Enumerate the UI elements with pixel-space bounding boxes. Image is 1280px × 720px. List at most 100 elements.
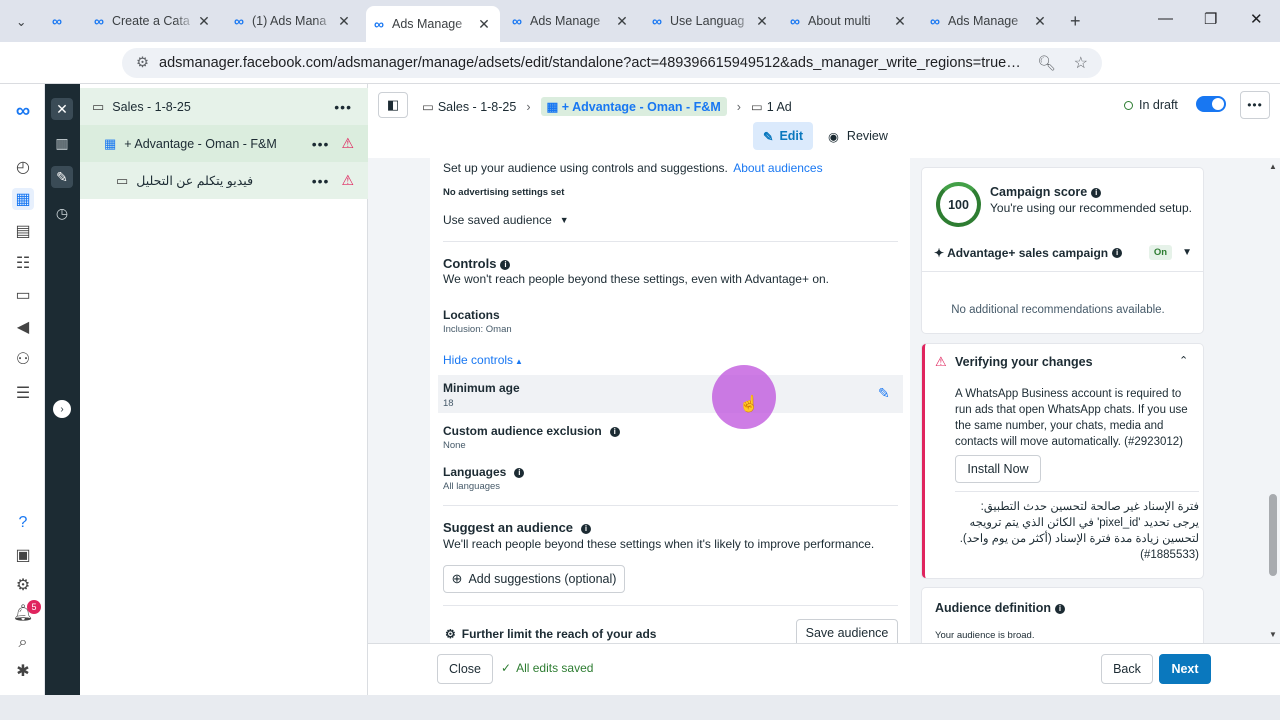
chevron-up-icon[interactable]: ⌃ [1179, 354, 1188, 367]
info-icon[interactable]: i [514, 467, 525, 478]
close-icon[interactable]: ✕ [1032, 13, 1048, 30]
info-icon[interactable]: i [609, 426, 620, 437]
no-recommendations-text: No additional recommendations available. [951, 304, 1165, 316]
campaign-tree: ▭ Sales - 1-8-25 ••• ▦ + Advantage - Oma… [80, 84, 368, 695]
arabic-error-message: فترة الإسناد غير صالحة لتحسين حدث التطبي… [959, 501, 1199, 561]
tab-6[interactable]: ∞ About multi ✕ [782, 6, 916, 36]
tab-search-button[interactable]: ⌄ [8, 10, 30, 32]
tab-4[interactable]: ∞ Ads Manage ✕ [504, 6, 638, 36]
more-options-icon[interactable]: ••• [312, 173, 330, 189]
search-icon[interactable]: ⌕ [12, 632, 34, 654]
meta-logo-icon[interactable]: ∞ [12, 100, 34, 122]
minimum-age-row[interactable]: Minimum age 18 ✎ [438, 375, 903, 413]
tree-campaign-row[interactable]: ▭ Sales - 1-8-25 ••• [80, 88, 368, 125]
close-window-icon[interactable]: ✕ [1250, 10, 1263, 28]
verify-message: A WhatsApp Business account is required … [955, 388, 1188, 448]
close-icon[interactable]: ✕ [336, 13, 352, 30]
tab-3-active[interactable]: ∞ Ads Manage ✕ [366, 6, 500, 42]
news-icon[interactable]: ▣ [12, 544, 34, 566]
info-icon[interactable]: i [581, 523, 592, 534]
caret-down-icon[interactable]: ▼ [1182, 247, 1192, 258]
pencil-edit-icon[interactable]: ✎ [51, 166, 73, 188]
close-icon[interactable]: ✕ [892, 13, 908, 30]
next-button[interactable]: Next [1159, 654, 1211, 684]
site-info-icon[interactable]: ⚙ [136, 55, 149, 71]
saved-audience-dropdown[interactable]: Use saved audience ▼ [443, 213, 569, 227]
controls-title: Controls i [443, 256, 511, 271]
chart-icon[interactable]: ▥ [51, 132, 73, 154]
more-options-icon[interactable]: ••• [312, 136, 330, 152]
pencil-edit-icon[interactable]: ✎ [878, 385, 890, 402]
warning-icon: ⚠ [935, 354, 947, 369]
dashboard-icon[interactable]: ◴ [12, 156, 34, 178]
audiences-icon[interactable]: ☷ [12, 252, 34, 274]
about-audiences-link[interactable]: About audiences [733, 161, 822, 175]
locations-label: Locations [443, 308, 500, 322]
browser-tab-bar: ⌄ ∞ ∞ Create a Cata ✕ ∞ (1) Ads Mana ✕ ∞ Ads … [0, 0, 1280, 42]
editor-header: ◧ ▭ Sales - 1-8-25 › ▦ + Advantage - Oma… [368, 84, 1280, 158]
address-bar[interactable]: ⚙ adsmanager.facebook.com/adsmanager/man… [122, 48, 1102, 78]
pages-icon[interactable]: ▤ [12, 220, 34, 242]
info-icon[interactable]: i [1112, 247, 1123, 258]
close-icon[interactable]: ✕ [196, 13, 212, 30]
tree-adset-row[interactable]: ▦ + Advantage - Oman - F&M ••• ⚠ [80, 125, 368, 162]
scrollbar[interactable]: ▲ ▼ [1266, 158, 1280, 643]
close-icon[interactable]: ✕ [476, 16, 492, 33]
minimize-icon[interactable]: — [1158, 10, 1173, 27]
close-button[interactable]: Close [437, 654, 493, 684]
plus-icon: + [1070, 10, 1081, 31]
close-icon[interactable]: ✕ [614, 13, 630, 30]
zoom-icon[interactable]: 🔍︎ [1037, 55, 1055, 72]
tab-7[interactable]: ∞ Ads Manage ✕ [922, 6, 1056, 36]
history-clock-icon[interactable]: ◷ [51, 202, 73, 224]
bug-report-icon[interactable]: ✱ [12, 660, 34, 682]
scrollbar-thumb[interactable] [1269, 494, 1277, 576]
warning-icon[interactable]: ⚠ [341, 135, 354, 152]
chevron-right-icon: › [526, 99, 531, 114]
breadcrumb-campaign[interactable]: Sales - 1-8-25 [438, 100, 517, 114]
tab-0[interactable]: ∞ [44, 6, 84, 36]
advantage-row[interactable]: ✦ Advantage+ sales campaign i On ▼ [934, 245, 1192, 260]
add-suggestions-button[interactable]: ⊕ Add suggestions (optional) [443, 565, 625, 593]
tree-ad-row[interactable]: ▭ فيديو يتكلم عن التحليل ••• ⚠ [80, 162, 368, 199]
more-options-icon[interactable]: ••• [334, 99, 352, 115]
accounts-icon[interactable]: ⚇ [12, 348, 34, 370]
toggle-panel-icon[interactable]: ◧ [378, 92, 408, 118]
restore-icon[interactable]: ❐ [1204, 10, 1217, 28]
tab-5[interactable]: ∞ Use Languag ✕ [644, 6, 778, 36]
back-button[interactable]: Back [1101, 654, 1153, 684]
info-icon[interactable]: i [500, 259, 511, 270]
close-icon[interactable]: ✕ [754, 13, 770, 30]
divider [443, 605, 898, 606]
scroll-down-icon[interactable]: ▼ [1269, 630, 1277, 639]
settings-gear-icon[interactable]: ⚙ [12, 574, 34, 596]
close-editor-icon[interactable]: ✕ [51, 98, 73, 120]
breadcrumb-adset[interactable]: ▦ + Advantage - Oman - F&M [540, 97, 727, 116]
adset-grid-icon: ▦ [104, 135, 117, 151]
new-tab-button[interactable]: + [1062, 6, 1090, 36]
warning-icon[interactable]: ⚠ [341, 172, 354, 189]
megaphone-icon[interactable]: ◀ [12, 316, 34, 338]
info-icon[interactable]: i [1054, 603, 1065, 614]
billing-card-icon[interactable]: ▭ [12, 284, 34, 306]
more-options-button[interactable]: ••• [1240, 91, 1270, 119]
info-icon[interactable]: i [1091, 187, 1102, 198]
scroll-up-icon[interactable]: ▲ [1269, 162, 1277, 171]
breadcrumb-ad[interactable]: 1 Ad [767, 100, 792, 114]
bookmark-star-icon[interactable]: ☆ [1074, 53, 1088, 73]
campaigns-table-icon[interactable]: ▦ [12, 188, 34, 210]
tab-2[interactable]: ∞ (1) Ads Mana ✕ [226, 6, 360, 36]
all-tools-icon[interactable]: ☰ [12, 382, 34, 404]
expand-chevron-icon[interactable]: › [53, 400, 71, 418]
review-tab[interactable]: ◉ Review [828, 122, 888, 150]
mouse-cursor-icon: ☝ [739, 396, 759, 413]
help-icon[interactable]: ? [12, 512, 34, 534]
install-now-button[interactable]: Install Now [955, 455, 1041, 483]
hide-controls-link[interactable]: Hide controls ▲ [443, 353, 523, 367]
definition-title: Audience definition i [935, 601, 1065, 615]
tab-1[interactable]: ∞ Create a Cata ✕ [86, 6, 220, 36]
further-limit-section[interactable]: ⚙ Further limit the reach of your ads [445, 627, 656, 641]
draft-status: In draft [1124, 98, 1178, 112]
publish-toggle[interactable] [1196, 96, 1226, 112]
edit-tab[interactable]: ✎ Edit [753, 122, 813, 150]
